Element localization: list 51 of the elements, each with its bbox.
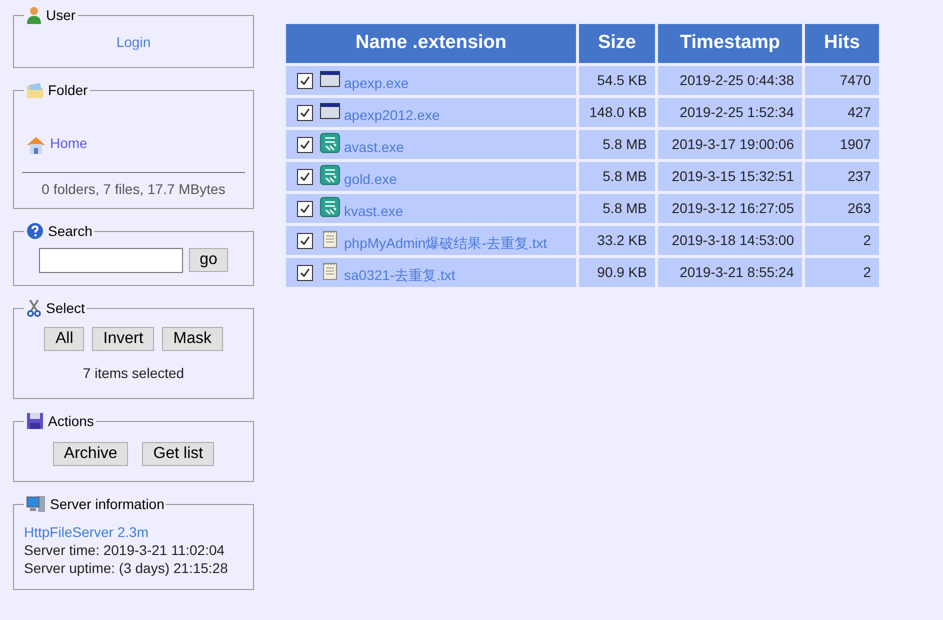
computer-icon	[26, 495, 46, 513]
action-button[interactable]: go	[188, 248, 228, 272]
action-button[interactable]: All	[44, 327, 84, 351]
folder-summary: 0 folders, 7 files, 17.7 MBytes	[40, 180, 226, 199]
size-cell: 90.9 KB	[578, 256, 656, 288]
panel-title: Folder	[48, 81, 88, 99]
action-button[interactable]: Mask	[162, 327, 223, 351]
installer-icon	[320, 132, 340, 152]
row-checkbox[interactable]	[297, 168, 313, 184]
file-link[interactable]: gold.exe	[344, 163, 397, 190]
server-info-line: Server uptime: (3 days) 21:15:28	[24, 559, 229, 577]
action-button[interactable]: Archive	[52, 442, 128, 466]
folder-icon	[26, 83, 44, 99]
row-checkbox[interactable]	[297, 232, 313, 248]
file-link[interactable]: kvast.exe	[344, 195, 404, 222]
file-link[interactable]: apexp.exe	[344, 67, 409, 94]
panel-title: Select	[46, 299, 85, 317]
panel-title: Server information	[50, 495, 164, 513]
home-link[interactable]: Home	[50, 133, 88, 154]
text-file-icon	[323, 230, 337, 248]
scissors-icon	[26, 299, 42, 317]
selection-status: 7 items selected	[82, 364, 184, 383]
server-version-link[interactable]: HttpFileServer 2.3m	[24, 523, 243, 541]
file-link[interactable]: avast.exe	[344, 131, 404, 158]
program-window-icon	[320, 102, 340, 118]
column-header[interactable]: Timestamp	[656, 22, 804, 64]
row-checkbox[interactable]	[297, 264, 313, 280]
login-link[interactable]: Login	[116, 34, 151, 50]
panel-title: Search	[48, 222, 92, 240]
row-checkbox[interactable]	[297, 136, 313, 152]
hits-cell: 2	[804, 256, 880, 288]
server-info-line: Server time: 2019-3-21 11:02:04	[24, 541, 226, 559]
user-icon	[26, 6, 42, 24]
program-window-icon	[320, 70, 340, 86]
column-header[interactable]: Size	[578, 22, 656, 64]
search-field[interactable]	[38, 248, 183, 273]
row-checkbox[interactable]	[297, 104, 313, 120]
row-checkbox[interactable]	[297, 200, 313, 216]
installer-icon	[320, 164, 340, 184]
installer-icon	[320, 196, 340, 216]
text-file-icon	[323, 262, 337, 280]
column-header[interactable]: Name .extension	[284, 22, 578, 64]
panel-title: User	[46, 6, 76, 24]
column-header[interactable]: Hits	[804, 22, 880, 64]
panel-title: Actions	[48, 412, 94, 430]
timestamp-cell: 2019-3-21 8:55:24	[656, 256, 804, 288]
action-button[interactable]: Get list	[142, 442, 214, 466]
help-icon	[26, 222, 44, 240]
row-checkbox[interactable]	[297, 72, 313, 88]
house-icon	[26, 136, 46, 154]
action-button[interactable]: Invert	[92, 327, 154, 351]
